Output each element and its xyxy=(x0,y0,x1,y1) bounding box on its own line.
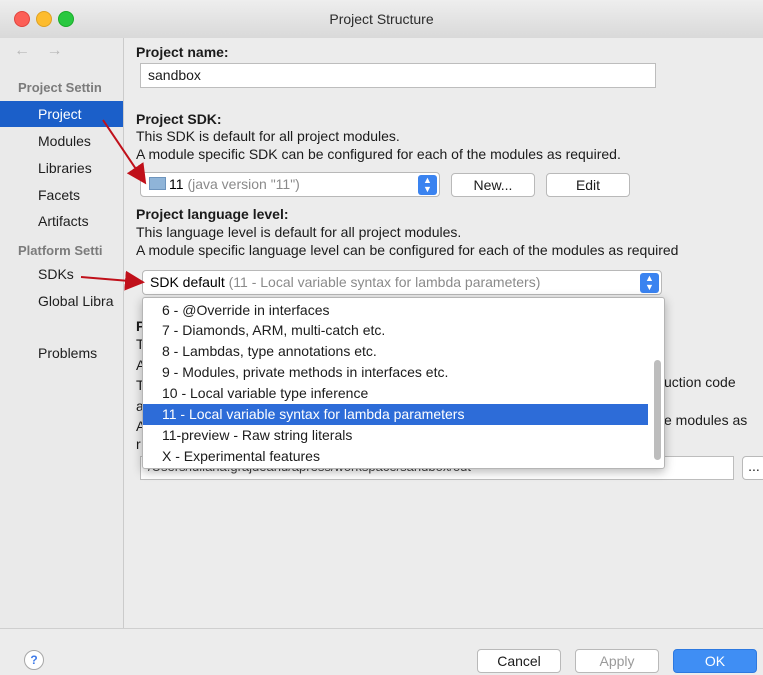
arrow-sdks-to-language-level xyxy=(80,270,145,291)
annotation-arrows xyxy=(80,119,147,291)
project-structure-window: Project Structure ← → Project Settin Pro… xyxy=(0,0,763,675)
arrow-project-to-sdk xyxy=(102,119,147,185)
